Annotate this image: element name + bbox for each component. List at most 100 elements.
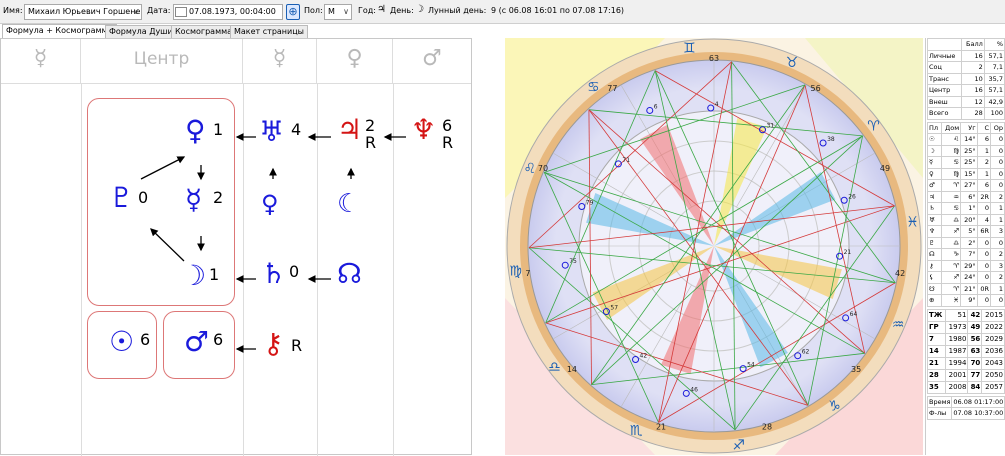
planet-row-cell: 1	[976, 144, 991, 157]
planet-degree-label: 57	[610, 305, 618, 312]
degree-label: 21	[656, 422, 666, 431]
score-row-cell: 57,1	[983, 49, 1005, 62]
planet-row-cell: 21°	[960, 282, 978, 295]
year-label: Год:	[358, 6, 376, 15]
sex-select[interactable]: М ∨	[324, 4, 352, 20]
score-row-cell: 2	[960, 61, 985, 74]
score-row-cell: Личные	[927, 49, 962, 62]
planet-degree-label: 62	[802, 349, 810, 356]
zodiac-sign-icon: ♓	[906, 214, 919, 230]
planet-row-cell: ♈	[940, 179, 962, 192]
score-row-cell: Всего	[927, 107, 962, 120]
planet-row-cell: ♀	[927, 167, 942, 180]
calendar-icon[interactable]	[175, 6, 187, 17]
year-row-cell: 28	[927, 368, 946, 382]
score-row-cell: 28	[960, 107, 985, 120]
planet-row-cell: ♐	[940, 225, 962, 238]
score-row: Соц 2 7,1	[927, 61, 1005, 74]
year-row: 14 1987 63 2036	[927, 344, 1005, 358]
planet-table: Пл Дом Уг С Ор ☉ ♌ 14° 6 0 ☽ ♍ 25° 1 0 ☿ ♋ 25° 2 0 ♀ ♍ 15° 1 0 ♂…	[927, 121, 1005, 307]
planet-row-cell: 3	[989, 259, 1005, 272]
year-row-cell: 21	[927, 356, 946, 370]
score-header-points: Балл	[960, 38, 985, 51]
year-row-cell: 7	[927, 332, 946, 346]
planet-row: ☊ ♑ 7° 0 2	[927, 248, 1005, 261]
year-row: 28 2001 77 2050	[927, 368, 1005, 382]
planet-row-cell: 15°	[960, 167, 978, 180]
degree-label: 42	[895, 269, 905, 278]
planet-row: ☋ ♈ 21° 0R 1	[927, 282, 1005, 295]
planet-row-cell: 9°	[960, 294, 978, 307]
tab-page-layout[interactable]: Макет страницы	[230, 25, 308, 38]
score-row-cell: 100	[983, 107, 1005, 120]
degree-label: 77	[607, 84, 617, 93]
year-row-cell: ГР	[927, 320, 946, 334]
planet-row-cell: 0	[989, 133, 1005, 146]
planet-row-cell: 0	[976, 202, 991, 215]
year-row-cell: 2050	[981, 368, 1005, 382]
year-row-cell: 14	[927, 344, 946, 358]
year-row-cell: 49	[967, 320, 983, 334]
zodiac-sign-icon: ♐	[732, 437, 745, 453]
planet-row-cell: 20°	[960, 213, 978, 226]
year-row-cell: 70	[967, 356, 983, 370]
planet-row-cell: ♒	[940, 190, 962, 203]
day-label: День:	[390, 6, 414, 15]
score-row: Внеш 12 42,9	[927, 95, 1005, 108]
year-row: 7 1980 56 2029	[927, 332, 1005, 346]
plan-header-angle: Уг	[960, 121, 978, 134]
planet-row-cell: 1	[989, 282, 1005, 295]
time-row-cell: 07.08 10:37:00	[951, 407, 1005, 420]
degree-label: 70	[538, 164, 548, 173]
degree-label: 63	[709, 54, 719, 63]
name-select[interactable]: Михаил Юрьевич Горшене ∨	[24, 4, 142, 20]
planet-row-cell: 1	[976, 167, 991, 180]
degree-label: 14	[567, 365, 577, 374]
tab-formula-cosmogram[interactable]: Формула + Космограмма	[2, 24, 117, 38]
degree-label: 56	[811, 84, 821, 93]
planet-row: ♆ ♐ 5° 6R 3	[927, 225, 1005, 238]
planet-row: ♅ ♎ 20° 4 1	[927, 213, 1005, 226]
year-row-cell: 1980	[944, 332, 969, 346]
score-header-percent: %	[983, 38, 1005, 51]
zodiac-sign-icon: ♊	[683, 41, 696, 57]
planet-row-cell: 0	[989, 144, 1005, 157]
planet-row-cell: ♍	[940, 167, 962, 180]
planet-degree-label: 54	[747, 362, 755, 369]
planet-degree-label: 21	[844, 249, 852, 256]
planet-row-cell: 0	[989, 236, 1005, 249]
planet-row-cell: 7°	[960, 248, 978, 261]
globe-icon[interactable]: ⊕	[286, 4, 300, 20]
score-row-cell: Соц	[927, 61, 962, 74]
tab-cosmogram[interactable]: Космограмма	[171, 25, 237, 38]
year-row: 21 1994 70 2043	[927, 356, 1005, 370]
planet-degree-label: 42	[640, 353, 648, 360]
score-row-cell: 7,1	[983, 61, 1005, 74]
year-row-cell: 1987	[944, 344, 969, 358]
planet-row-cell: 1°	[960, 202, 978, 215]
year-row-cell: 2022	[981, 320, 1005, 334]
year-row-cell: 84	[967, 380, 983, 394]
date-field[interactable]: 07.08.1973, 00:04:00	[173, 4, 283, 20]
planet-row-cell: ♑	[940, 248, 962, 261]
planet-row: ♇ ♎ 2° 0 0	[927, 236, 1005, 249]
planet-row-cell: 6°	[960, 190, 978, 203]
year-row-cell: 51	[944, 308, 969, 322]
zodiac-sign-icon: ♌	[524, 161, 537, 177]
planet-degree-label: 4	[715, 101, 719, 108]
planet-row: ☿ ♋ 25° 2 0	[927, 156, 1005, 169]
plan-header-or: Ор	[989, 121, 1005, 134]
planet-row: ♃ ♒ 6° 2R 2	[927, 190, 1005, 203]
year-row-cell: 2008	[944, 380, 969, 394]
tab-soul-formula[interactable]: Формула Души	[105, 25, 177, 38]
date-label: Дата:	[147, 6, 171, 15]
year-row-cell: 2043	[981, 356, 1005, 370]
planet-row: ♀ ♍ 15° 1 0	[927, 167, 1005, 180]
degree-label: 35	[851, 365, 861, 374]
formula-arrows	[140, 133, 406, 353]
score-header-empty	[927, 38, 962, 51]
score-row: Центр 16 57,1	[927, 84, 1005, 97]
lunar-day-value: 9 (с 06.08 16:01 по 07.08 17:16)	[491, 6, 625, 15]
planet-row-cell: ♈	[940, 259, 962, 272]
score-table: Балл% Личные 16 57,1 Соц 2 7,1 Транс 10 35,7 Цент…	[927, 38, 1005, 120]
